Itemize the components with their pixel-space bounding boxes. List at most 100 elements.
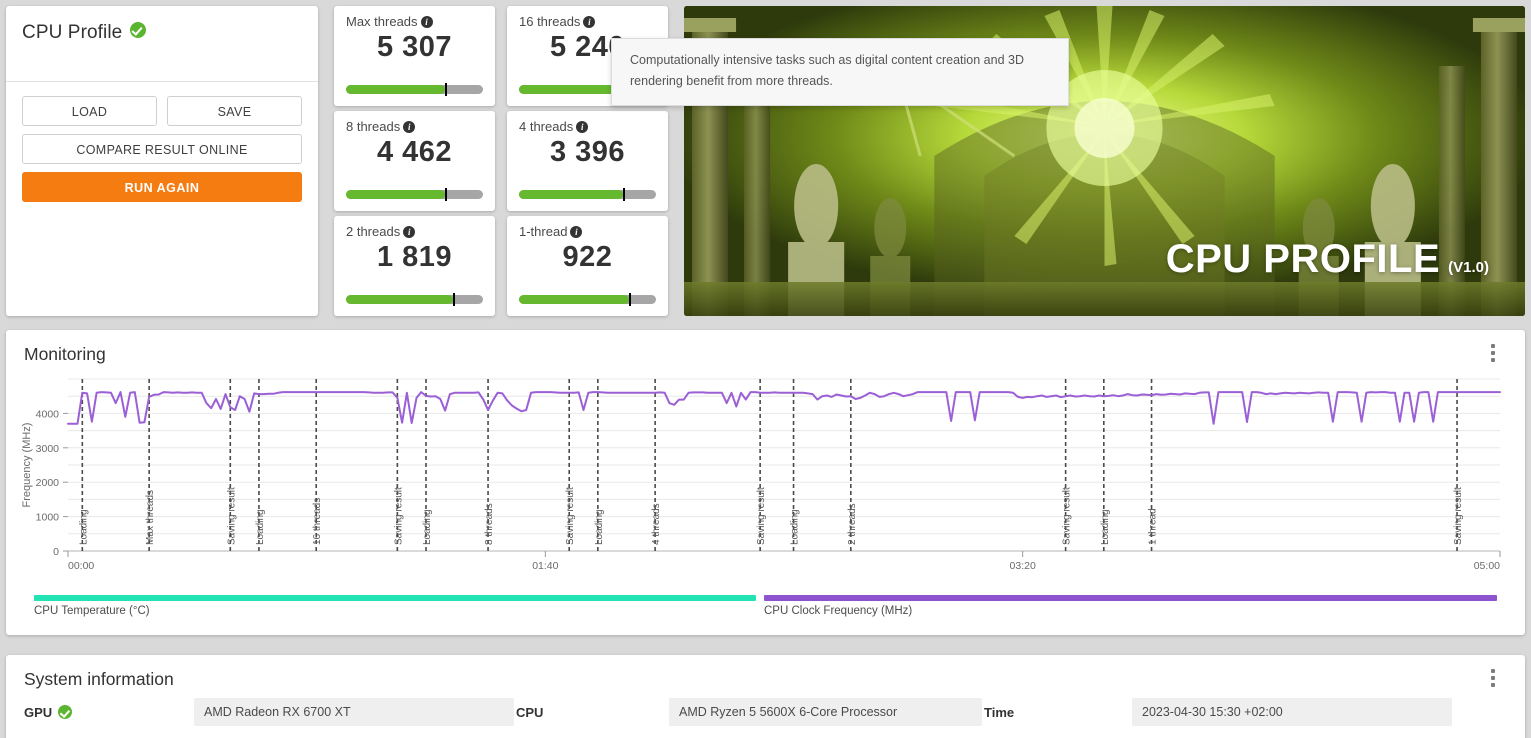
legend-label-frequency: CPU Clock Frequency (MHz) — [764, 605, 913, 617]
score-value: 5 307 — [376, 31, 453, 63]
svg-text:4000: 4000 — [36, 408, 60, 420]
svg-text:05:00: 05:00 — [1474, 560, 1500, 572]
monitoring-chart: 0 1000 2000 3000 4000 Frequency (MHz) Loading M… — [6, 371, 1525, 586]
info-icon[interactable]: i — [576, 121, 589, 133]
sysinfo-key-cpu-label: CPU — [516, 704, 544, 720]
system-information-panel: System information GPU AMD Radeon RX 670… — [6, 655, 1525, 738]
svg-text:1000: 1000 — [36, 512, 60, 524]
hero-version: (V1.0) — [1448, 259, 1489, 276]
compare-result-online-button[interactable]: COMPARE RESULT ONLINE — [22, 134, 302, 164]
save-button[interactable]: SAVE — [167, 96, 302, 126]
score-card-8-threads: 8 threads i 4 462 — [334, 111, 495, 211]
info-icon[interactable]: i — [403, 121, 416, 133]
score-bar — [346, 83, 483, 96]
svg-text:Saving result: Saving result — [565, 487, 576, 545]
cpu-profile-actions: LOAD SAVE COMPARE RESULT ONLINE RUN AGAI… — [6, 82, 318, 202]
svg-text:Loading: Loading — [790, 509, 801, 545]
legend-swatch-temperature — [34, 595, 756, 601]
info-icon[interactable]: i — [583, 16, 596, 28]
sysinfo-value-gpu: AMD Radeon RX 6700 XT — [194, 698, 514, 726]
sysinfo-key-cpu: CPU — [514, 705, 669, 720]
svg-text:00:00: 00:00 — [68, 560, 94, 572]
legend-swatch-frequency — [764, 595, 1497, 601]
system-information-header: System information — [6, 655, 1525, 690]
score-bar-marker — [452, 293, 455, 306]
svg-text:1 thread: 1 thread — [1148, 508, 1159, 545]
kebab-menu-icon[interactable] — [1485, 669, 1501, 691]
svg-text:Loading: Loading — [594, 509, 605, 545]
score-label-text: 8 threads — [346, 119, 401, 134]
run-again-button[interactable]: RUN AGAIN — [22, 172, 302, 202]
svg-text:03:20: 03:20 — [1010, 560, 1036, 572]
score-value: 1 819 — [376, 241, 453, 273]
svg-text:Loading: Loading — [1100, 509, 1111, 545]
svg-text:3000: 3000 — [36, 443, 60, 455]
score-card-2-threads: 2 threads i 1 819 — [334, 216, 495, 316]
score-bar — [346, 293, 483, 306]
svg-text:Saving result: Saving result — [393, 487, 404, 545]
svg-text:Saving result: Saving result — [1453, 487, 1464, 545]
score-card-1-thread: 1-thread i 922 — [507, 216, 668, 316]
sysinfo-key-gpu: GPU — [24, 705, 194, 720]
svg-text:Loading: Loading — [422, 509, 433, 545]
info-icon[interactable]: i — [570, 226, 583, 238]
score-label: 8 threads i — [346, 119, 483, 134]
score-label: Max threads i — [346, 14, 483, 29]
chart-legend: CPU Temperature (°C) CPU Clock Frequency… — [6, 595, 1525, 629]
svg-text:2 threads: 2 threads — [847, 503, 858, 545]
info-tooltip: Computationally intensive tasks such as … — [611, 38, 1069, 106]
svg-text:8 threads: 8 threads — [484, 503, 495, 545]
sysinfo-key-time: Time — [982, 705, 1132, 720]
monitoring-panel: Monitoring 0 1000 2000 3000 4000 Frequency (M… — [6, 330, 1525, 635]
score-value: 3 396 — [549, 136, 626, 168]
score-card-4-threads: 4 threads i 3 396 — [507, 111, 668, 211]
sysinfo-key-time-label: Time — [984, 704, 1015, 720]
monitoring-header: Monitoring — [6, 330, 1525, 365]
score-label: 4 threads i — [519, 119, 656, 134]
score-label-text: Max threads — [346, 14, 418, 29]
load-button[interactable]: LOAD — [22, 96, 157, 126]
score-bar — [519, 188, 656, 201]
cpu-profile-panel: CPU Profile LOAD SAVE COMPARE RESULT ONL… — [6, 6, 318, 316]
score-label: 1-thread i — [519, 224, 656, 239]
score-label-text: 16 threads — [519, 14, 581, 29]
svg-text:0: 0 — [53, 546, 59, 558]
score-bar-marker — [444, 188, 447, 201]
score-value: 922 — [562, 241, 613, 273]
info-icon[interactable]: i — [420, 16, 433, 28]
sysinfo-value-cpu: AMD Ryzen 5 5600X 6-Core Processor — [669, 698, 982, 726]
score-label-text: 4 threads — [519, 119, 574, 134]
score-bar-fill — [519, 85, 618, 94]
score-bar-fill — [519, 190, 624, 199]
score-bar-marker — [444, 83, 447, 96]
check-circle-icon — [130, 22, 147, 38]
score-bar-fill — [346, 85, 445, 94]
score-bar-fill — [346, 190, 445, 199]
svg-text:Saving result: Saving result — [756, 487, 767, 545]
score-bar-marker — [628, 293, 631, 306]
hero-title: CPU PROFILE — [1165, 237, 1441, 281]
score-label-text: 1-thread — [519, 224, 568, 239]
score-label: 16 threads i — [519, 14, 656, 29]
cpu-profile-header: CPU Profile — [6, 6, 318, 82]
sysinfo-value-time: 2023-04-30 15:30 +02:00 — [1132, 698, 1452, 726]
svg-text:Saving result: Saving result — [226, 487, 237, 545]
svg-text:Frequency (MHz): Frequency (MHz) — [21, 423, 33, 508]
sysinfo-key-gpu-label: GPU — [24, 704, 53, 720]
score-label: 2 threads i — [346, 224, 483, 239]
page-title: CPU Profile — [22, 22, 123, 43]
app-root: CPU Profile LOAD SAVE COMPARE RESULT ONL… — [0, 0, 1531, 738]
frequency-chart-svg: 0 1000 2000 3000 4000Frequency (MHz) Loading M… — [21, 378, 1501, 572]
system-information-title: System information — [24, 669, 174, 689]
legend-label-temperature: CPU Temperature (°C) — [34, 605, 150, 617]
svg-text:Loading: Loading — [255, 509, 266, 545]
load-save-row: LOAD SAVE — [22, 96, 302, 126]
kebab-menu-icon[interactable] — [1485, 344, 1501, 366]
info-icon[interactable]: i — [403, 226, 416, 238]
monitoring-title: Monitoring — [24, 344, 106, 364]
score-bar — [519, 293, 656, 306]
svg-text:01:40: 01:40 — [532, 560, 558, 572]
svg-text:Max threads: Max threads — [145, 490, 156, 545]
svg-text:4 threads: 4 threads — [651, 503, 662, 545]
svg-text:Saving result: Saving result — [1062, 487, 1073, 545]
